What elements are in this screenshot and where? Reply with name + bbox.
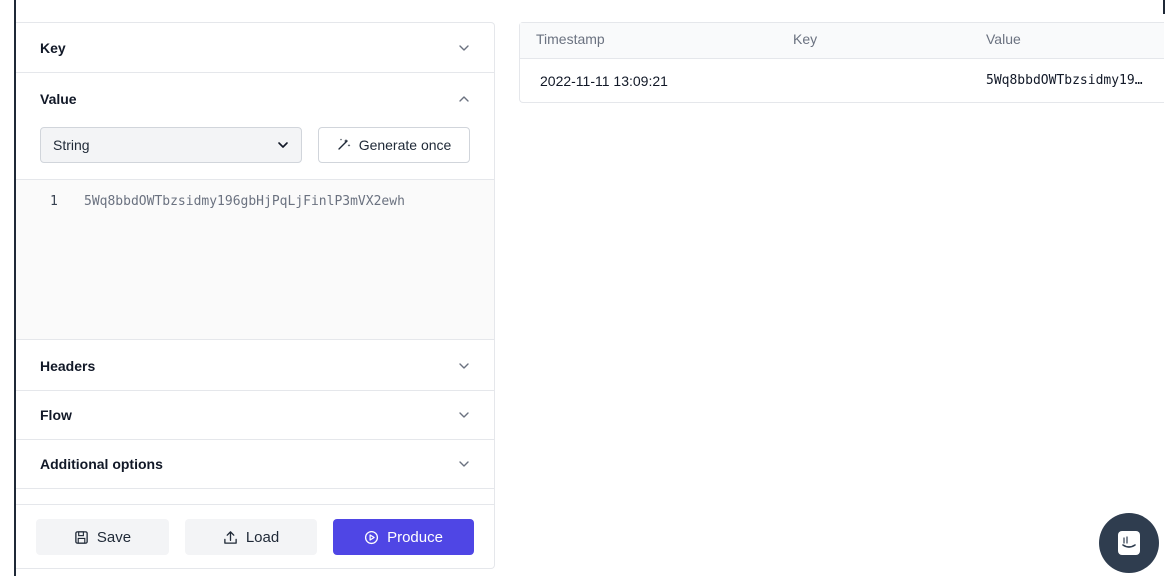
column-header-timestamp[interactable]: Timestamp — [536, 31, 605, 47]
chevron-down-icon — [458, 360, 470, 372]
load-button[interactable]: Load — [185, 519, 317, 555]
section-headers-header[interactable]: Headers — [16, 341, 494, 391]
generate-once-button[interactable]: Generate once — [318, 127, 470, 163]
value-controls: String Generate once — [40, 127, 470, 163]
generate-once-label: Generate once — [358, 137, 452, 153]
section-headers-label: Headers — [40, 357, 96, 374]
cell-timestamp: 2022-11-11 13:09:21 — [540, 73, 668, 89]
produce-button[interactable]: Produce — [333, 519, 474, 555]
save-label: Save — [96, 528, 132, 546]
section-additional-options-label: Additional options — [40, 455, 163, 472]
play-circle-icon — [364, 530, 379, 545]
table-row[interactable]: 2022-11-11 13:09:21 5Wq8bbdOWTbzsidmy196… — [520, 60, 1164, 103]
chevron-up-icon — [458, 93, 470, 105]
produce-label: Produce — [387, 528, 443, 546]
cell-value: 5Wq8bbdOWTbzsidmy196gbHjPqLjFinlP3mVX2ew… — [986, 73, 1146, 88]
line-number: 1 — [50, 194, 58, 209]
chat-icon — [1114, 528, 1144, 558]
save-button[interactable]: Save — [36, 519, 169, 555]
chat-support-button[interactable] — [1099, 513, 1159, 573]
code-line[interactable]: 5Wq8bbdOWTbzsidmy196gbHjPqLjFinlP3mVX2ew… — [84, 194, 405, 209]
value-type-select[interactable]: String — [40, 127, 302, 163]
section-value-header[interactable]: Value — [16, 74, 494, 124]
messages-table: Timestamp Key Value 2022-11-11 13:09:21 … — [519, 22, 1164, 103]
chevron-down-icon — [458, 42, 470, 54]
section-key-header[interactable]: Key — [16, 23, 494, 73]
section-flow-header[interactable]: Flow — [16, 390, 494, 440]
section-key-label: Key — [40, 39, 66, 56]
section-flow-label: Flow — [40, 406, 72, 423]
window-border-right — [1163, 0, 1165, 14]
magic-wand-icon — [337, 137, 351, 154]
load-label: Load — [245, 528, 280, 546]
value-type-selected: String — [53, 137, 90, 153]
value-code-editor[interactable]: 1 5Wq8bbdOWTbzsidmy196gbHjPqLjFinlP3mVX2… — [16, 179, 494, 340]
app-frame: Key Value String Generate once 1 5Wq8bbd… — [0, 0, 1172, 576]
chevron-down-icon — [277, 139, 289, 151]
upload-icon — [223, 530, 238, 545]
column-header-value[interactable]: Value — [986, 31, 1021, 47]
chevron-down-icon — [458, 458, 470, 470]
column-header-key[interactable]: Key — [793, 31, 817, 47]
save-icon — [74, 530, 89, 545]
chevron-down-icon — [458, 409, 470, 421]
table-header: Timestamp Key Value — [520, 23, 1164, 59]
form-footer: Save Load Produce — [16, 504, 494, 570]
producer-form-panel: Key Value String Generate once 1 5Wq8bbd… — [16, 22, 495, 569]
section-value-label: Value — [40, 91, 77, 107]
section-additional-options-header[interactable]: Additional options — [16, 439, 494, 489]
